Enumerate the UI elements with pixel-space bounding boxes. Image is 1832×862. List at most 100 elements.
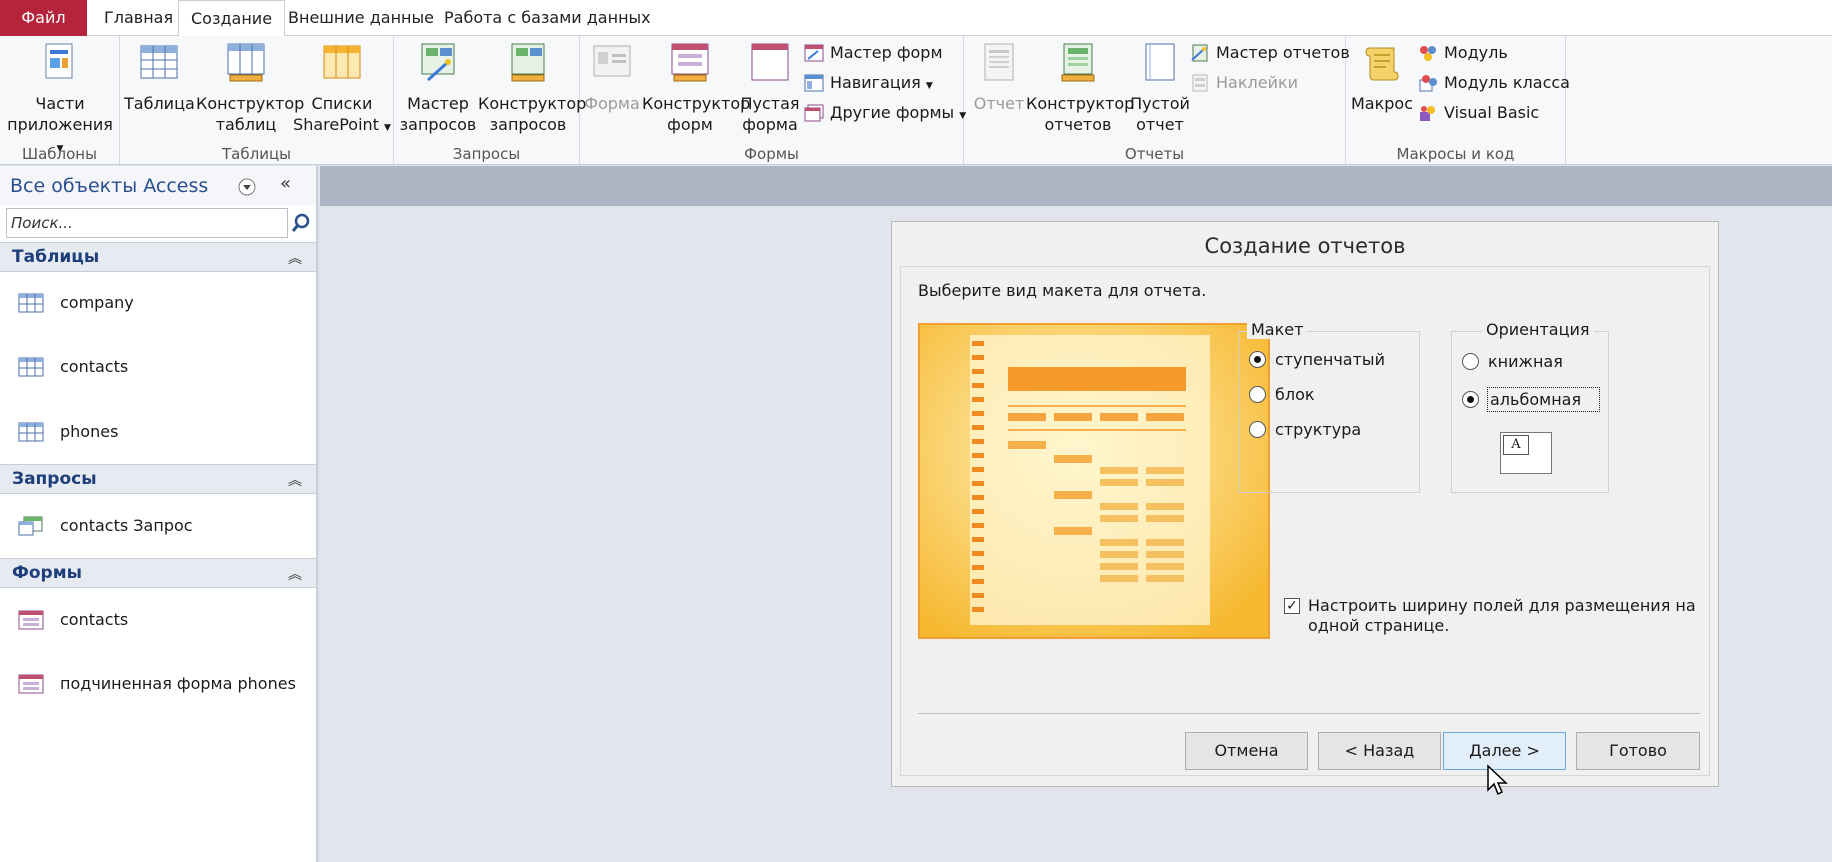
- class-module-icon: [1419, 75, 1437, 92]
- sharepoint-lists-label-2: SharePoint: [293, 115, 379, 134]
- blank-report-button[interactable]: Пустой отчет: [1128, 40, 1192, 135]
- nav-table-item[interactable]: contacts: [0, 352, 316, 382]
- macro-label: Макрос: [1350, 94, 1413, 113]
- dialog-prompt: Выберите вид макета для отчета.: [918, 281, 1207, 300]
- fit-width-label: Настроить ширину полей для размещения на…: [1308, 596, 1696, 635]
- report-button[interactable]: Отчет: [966, 40, 1032, 114]
- section-tables-label: Таблицы: [12, 247, 100, 267]
- nav-pane-header[interactable]: Все объекты Access «: [0, 166, 316, 206]
- blank-report-label-1: Пустой: [1130, 94, 1190, 113]
- orientation-letter-icon: A: [1503, 435, 1529, 455]
- form-icon: [18, 674, 44, 694]
- orientation-radio-landscape[interactable]: альбомная: [1462, 387, 1601, 412]
- module-label: Модуль: [1444, 43, 1508, 62]
- module-icon: [1420, 46, 1436, 61]
- query-wizard-label-2: запросов: [399, 115, 477, 134]
- collapse-chevron-icon[interactable]: ︽: [288, 248, 302, 268]
- nav-menu-dropdown-icon[interactable]: [238, 178, 256, 196]
- form-button[interactable]: Форма: [582, 40, 642, 114]
- table-button[interactable]: Таблица: [124, 40, 195, 114]
- mouse-cursor-icon: [1487, 764, 1508, 796]
- class-module-button[interactable]: Модуль класса: [1416, 70, 1570, 96]
- collapse-chevron-icon[interactable]: ︽: [288, 564, 302, 584]
- other-forms-button[interactable]: Другие формы ▼: [802, 100, 966, 126]
- navigation-button[interactable]: Навигация ▼: [802, 70, 933, 96]
- tab-home[interactable]: Главная: [92, 0, 185, 36]
- group-tables: Таблица Конструктор таблиц Списки ShareP…: [120, 36, 394, 165]
- form-designer-label-2: форм: [667, 115, 713, 134]
- query-designer-label-1: Конструктор: [478, 94, 587, 113]
- ribbon: Части приложения ▼ Шаблоны Таблица Конст…: [0, 36, 1832, 165]
- section-forms[interactable]: Формы ︽: [0, 558, 316, 588]
- dropdown-arrow-icon: ▼: [384, 123, 391, 133]
- layout-radio-block[interactable]: блок: [1249, 383, 1315, 407]
- labels-button[interactable]: Наклейки: [1188, 70, 1298, 96]
- blank-form-button[interactable]: Пустая форма: [740, 40, 800, 135]
- nav-query-item[interactable]: contacts Запрос: [0, 511, 316, 541]
- visual-basic-label: Visual Basic: [1444, 103, 1540, 122]
- workspace-header-strip: [320, 166, 1832, 206]
- back-button[interactable]: < Назад: [1318, 732, 1441, 770]
- blank-form-label-1: Пустая: [740, 94, 800, 113]
- nav-table-item[interactable]: company: [0, 288, 316, 318]
- form-wizard-icon: [804, 44, 824, 62]
- visual-basic-button[interactable]: Visual Basic: [1416, 100, 1539, 126]
- group-queries: Мастер запросов Конструктор запросов Зап…: [394, 36, 587, 165]
- labels-label: Наклейки: [1216, 73, 1299, 92]
- tab-external-data[interactable]: Внешние данные: [276, 0, 446, 36]
- section-queries-label: Запросы: [12, 469, 97, 489]
- navigation-label: Навигация: [830, 73, 921, 92]
- nav-item-label: подчиненная форма phones: [60, 674, 296, 693]
- search-icon[interactable]: [290, 212, 312, 234]
- fit-width-checkbox[interactable]: ✓ Настроить ширину полей для размещения …: [1284, 596, 1704, 636]
- form-wizard-button[interactable]: Мастер форм: [802, 40, 943, 66]
- layout-radio-outline[interactable]: структура: [1249, 418, 1361, 442]
- cancel-button[interactable]: Отмена: [1185, 732, 1308, 770]
- tab-create[interactable]: Создание: [178, 0, 286, 37]
- labels-icon: [1192, 74, 1208, 92]
- report-designer-label-1: Конструктор: [1026, 94, 1135, 113]
- blank-form-icon: [751, 43, 789, 81]
- module-button[interactable]: Модуль: [1416, 40, 1508, 66]
- report-designer-button[interactable]: Конструктор отчетов: [1026, 40, 1135, 135]
- finish-button[interactable]: Готово: [1576, 732, 1700, 770]
- landscape-page-icon: A: [1500, 432, 1552, 474]
- form-designer-label-1: Конструктор: [642, 94, 751, 113]
- collapse-pane-icon[interactable]: «: [280, 173, 291, 194]
- app-parts-label-1: Части: [35, 94, 85, 113]
- table-icon: [18, 422, 44, 442]
- nav-table-item[interactable]: phones: [0, 417, 316, 447]
- nav-search-input[interactable]: Поиск...: [6, 208, 288, 238]
- query-wizard-button[interactable]: Мастер запросов: [398, 40, 478, 135]
- orientation-legend: Ориентация: [1482, 320, 1594, 339]
- form-icon: [18, 610, 44, 630]
- section-tables[interactable]: Таблицы ︽: [0, 242, 316, 272]
- orientation-radio-portrait[interactable]: книжная: [1462, 350, 1563, 374]
- form-designer-button[interactable]: Конструктор форм: [642, 40, 751, 135]
- nav-form-item[interactable]: подчиненная форма phones: [0, 669, 316, 699]
- dialog-title: Создание отчетов: [1204, 234, 1406, 258]
- collapse-chevron-icon[interactable]: ︽: [288, 470, 302, 490]
- app-parts-button[interactable]: Части приложения ▼: [2, 40, 118, 160]
- other-forms-icon: [804, 104, 824, 122]
- dropdown-arrow-icon: ▼: [925, 81, 933, 91]
- section-queries[interactable]: Запросы ︽: [0, 464, 316, 494]
- dialog-content: Выберите вид макета для отчета. Макет ст…: [900, 266, 1710, 776]
- orientation-option-label: книжная: [1488, 352, 1563, 371]
- nav-item-label: contacts Запрос: [60, 516, 193, 535]
- form-designer-icon: [671, 43, 709, 82]
- layout-option-label: структура: [1275, 420, 1362, 439]
- macro-scroll-icon: [1365, 47, 1399, 81]
- report-wizard-label: Мастер отчетов: [1216, 43, 1350, 62]
- table-label: Таблица: [124, 94, 195, 113]
- report-wizard-button[interactable]: Мастер отчетов: [1188, 40, 1350, 66]
- macro-button[interactable]: Макрос: [1350, 40, 1414, 114]
- layout-radio-stepped[interactable]: ступенчатый: [1249, 348, 1385, 372]
- nav-form-item[interactable]: contacts: [0, 605, 316, 635]
- sharepoint-lists-button[interactable]: Списки SharePoint ▼: [292, 40, 392, 139]
- query-designer-button[interactable]: Конструктор запросов: [478, 40, 587, 135]
- report-wizard-dialog: Создание отчетов Выберите вид макета для…: [891, 221, 1719, 787]
- table-designer-button[interactable]: Конструктор таблиц: [196, 40, 304, 135]
- tab-file[interactable]: Файл: [0, 0, 87, 36]
- tab-database-tools[interactable]: Работа с базами данных: [432, 0, 663, 36]
